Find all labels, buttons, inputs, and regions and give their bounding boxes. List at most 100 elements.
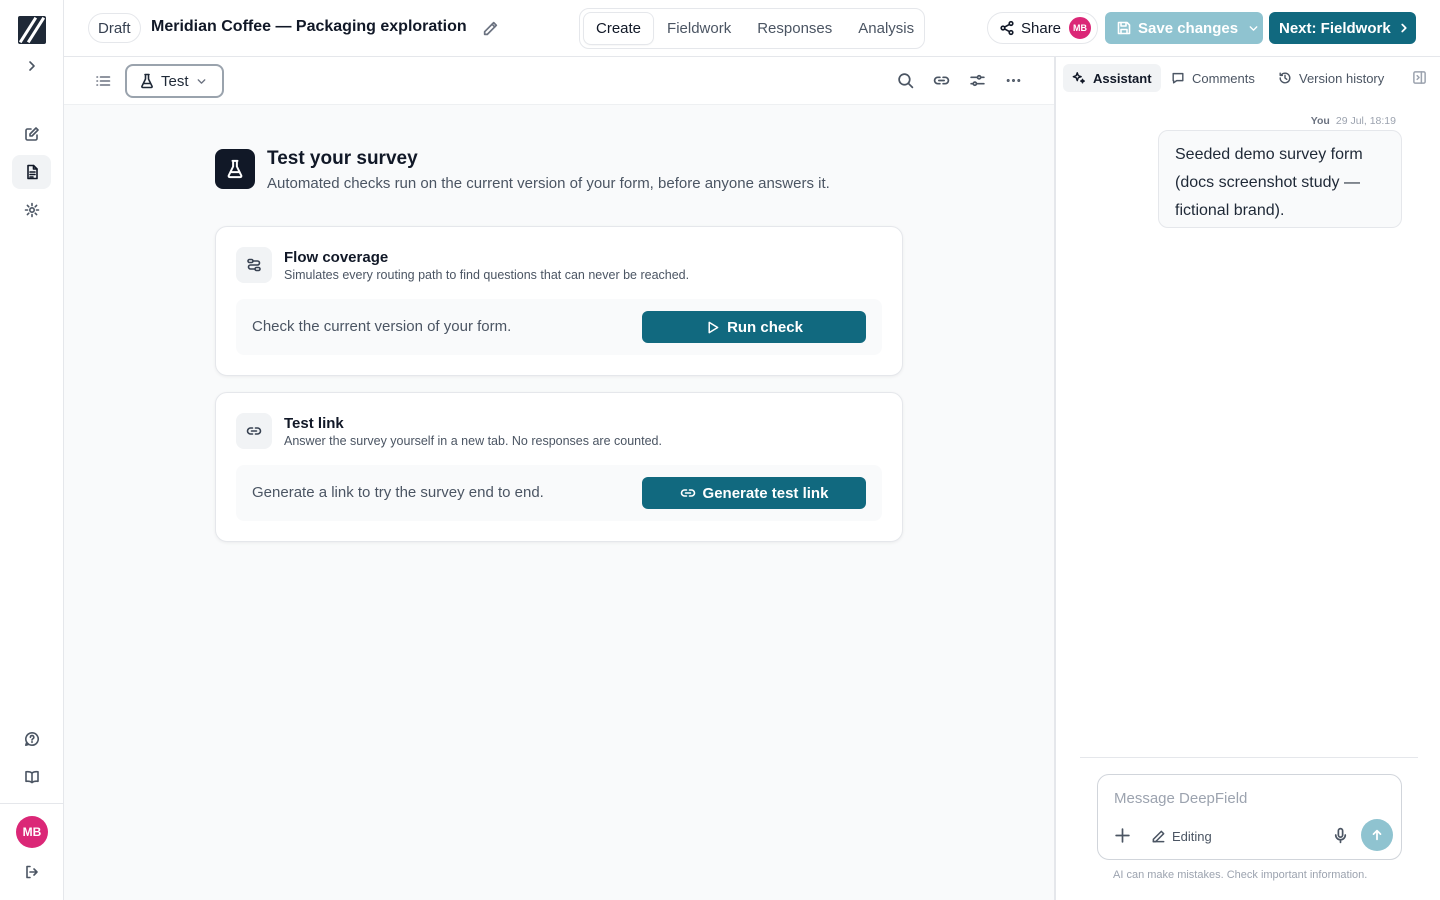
collapse-panel-button[interactable] (1412, 70, 1427, 85)
tab-analysis[interactable]: Analysis (846, 13, 926, 44)
tab-fieldwork[interactable]: Fieldwork (655, 13, 743, 44)
top-bar: Draft Meridian Coffee — Packaging explor… (64, 0, 1440, 57)
tab-assistant-label: Assistant (1093, 70, 1152, 86)
edit-square-icon (24, 127, 39, 141)
rail-edit-button[interactable] (12, 117, 51, 151)
plus-icon (1115, 828, 1130, 843)
rename-button[interactable] (482, 20, 499, 37)
card-row-text: Generate a link to try the survey end to… (252, 484, 544, 501)
card-description: Simulates every routing path to find que… (284, 268, 690, 282)
more-horizontal-icon (1006, 79, 1021, 82)
tab-create[interactable]: Create (584, 13, 654, 44)
card-description: Answer the survey yourself in a new tab.… (284, 434, 662, 448)
microphone-icon (1334, 827, 1347, 844)
user-message-bubble: Seeded demo survey form (docs screenshot… (1158, 130, 1402, 228)
assistant-panel: Assistant Comments Version history You 29… (1054, 57, 1440, 900)
link-button[interactable] (933, 72, 950, 89)
test-title: Test your survey (267, 148, 418, 169)
expand-rail-button[interactable] (12, 49, 51, 83)
comment-icon (1172, 72, 1184, 84)
next-fieldwork-button[interactable]: Next: Fieldwork (1269, 12, 1416, 44)
message-author: You (1310, 115, 1330, 127)
run-check-label: Run check (727, 318, 803, 336)
document-icon (26, 164, 38, 180)
status-badge: Draft (88, 13, 141, 43)
page-title: Meridian Coffee — Packaging exploration (151, 18, 467, 35)
user-avatar[interactable]: MB (16, 816, 48, 848)
ai-disclaimer: AI can make mistakes. Check important in… (1113, 869, 1368, 881)
rail-docs-button[interactable] (12, 760, 51, 794)
help-bubble-icon (24, 732, 39, 746)
share-avatar: MB (1068, 16, 1092, 40)
test-workspace: Test your survey Automated checks run on… (64, 105, 1054, 900)
sliders-icon (970, 74, 985, 87)
search-button[interactable] (897, 72, 914, 89)
next-label: Next: Fieldwork (1279, 19, 1391, 37)
card-title: Test link (284, 415, 344, 432)
more-options-button[interactable] (1005, 72, 1022, 89)
pencil-icon (483, 21, 498, 36)
message-input[interactable] (1114, 788, 1384, 808)
outline-toggle-button[interactable] (95, 73, 111, 89)
send-button[interactable] (1361, 819, 1393, 851)
tab-version-history[interactable]: Version history (1269, 64, 1393, 92)
share-label: Share (1021, 19, 1062, 37)
share-button[interactable]: Share MB (987, 12, 1098, 44)
generate-test-link-label: Generate test link (702, 484, 829, 502)
sidebar-collapse-icon (1413, 71, 1426, 84)
logout-button[interactable] (12, 855, 51, 889)
left-rail: MB (0, 0, 64, 900)
logo-icon (18, 16, 46, 44)
editing-mode-label: Editing (1172, 828, 1212, 844)
tab-responses[interactable]: Responses (745, 13, 844, 44)
flow-coverage-card: Flow coverage Simulates every routing pa… (215, 226, 903, 376)
history-icon (1279, 72, 1291, 84)
link-icon (246, 427, 262, 435)
rail-divider (0, 803, 64, 804)
flask-icon (141, 73, 153, 89)
book-icon (24, 770, 39, 784)
stage-tabs: Create Fieldwork Responses Analysis (579, 8, 925, 49)
card-action-row: Generate a link to try the survey end to… (236, 465, 882, 521)
message-timestamp: 29 Jul, 18:19 (1335, 115, 1396, 127)
flow-icon-box (236, 247, 272, 283)
pencil-icon (1152, 830, 1165, 842)
sparkle-icon (1072, 72, 1085, 84)
chevron-down-icon (197, 78, 205, 84)
voice-input-button[interactable] (1332, 827, 1349, 844)
panel-divider (1080, 757, 1418, 758)
card-title: Flow coverage (284, 249, 389, 266)
editing-mode-button[interactable]: Editing (1151, 826, 1212, 846)
message-meta: You 29 Jul, 18:19 (1311, 115, 1396, 127)
app-logo[interactable] (18, 16, 46, 44)
search-icon (898, 73, 914, 89)
link-icon-box (236, 413, 272, 449)
chevron-right-icon (1401, 23, 1407, 33)
rail-survey-button[interactable] (12, 155, 51, 189)
test-subtitle: Automated checks run on the current vers… (267, 175, 830, 192)
logic-button[interactable] (969, 72, 986, 89)
gear-icon (24, 202, 39, 218)
link-icon (680, 489, 695, 497)
list-icon (96, 76, 111, 86)
chevron-right-icon (28, 61, 35, 71)
rail-help-button[interactable] (12, 722, 51, 756)
message-composer: Editing (1097, 774, 1402, 860)
save-changes-button[interactable]: Save changes (1105, 12, 1263, 44)
rail-settings-button[interactable] (12, 193, 51, 227)
editor-toolbar: Test (64, 57, 1054, 105)
generate-test-link-button[interactable]: Generate test link (642, 477, 866, 509)
run-check-button[interactable]: Run check (642, 311, 866, 343)
play-icon (708, 321, 719, 333)
tab-comments[interactable]: Comments (1162, 64, 1264, 92)
card-row-text: Check the current version of your form. (252, 318, 512, 335)
route-icon (247, 258, 261, 272)
tab-version-history-label: Version history (1299, 70, 1385, 86)
test-header-icon (215, 149, 255, 189)
mode-select-label: Test (161, 72, 189, 90)
mode-select[interactable]: Test (125, 64, 224, 98)
chevron-down-icon (1249, 25, 1258, 31)
flask-icon (227, 159, 243, 179)
attach-button[interactable] (1114, 827, 1131, 844)
tab-assistant[interactable]: Assistant (1063, 64, 1161, 92)
